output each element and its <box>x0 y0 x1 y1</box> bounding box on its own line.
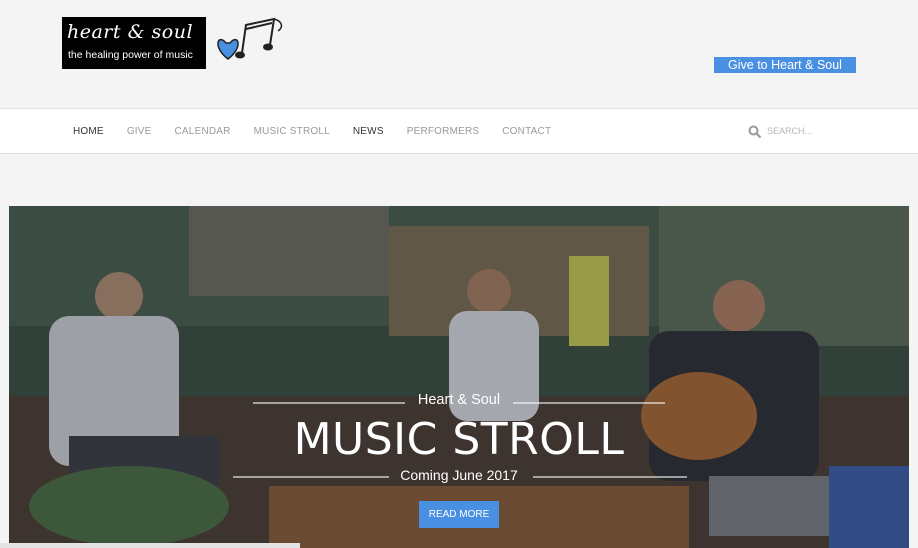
bottom-strip <box>0 543 300 548</box>
site-logo[interactable]: heart & soul the healing power of music <box>62 17 206 69</box>
nav-list: HOME GIVE CALENDAR MUSIC STROLL NEWS PER… <box>73 109 574 153</box>
nav-item-performers[interactable]: PERFORMERS <box>407 126 480 137</box>
nav-item-news[interactable]: NEWS <box>353 126 384 137</box>
main-nav: HOME GIVE CALENDAR MUSIC STROLL NEWS PER… <box>0 108 918 154</box>
search-box <box>748 122 868 140</box>
hero-title: MUSIC STROLL <box>293 414 625 465</box>
logo-title: heart & soul <box>67 21 194 43</box>
hero-caption: Heart & Soul MUSIC STROLL Coming June 20… <box>9 206 909 548</box>
hero-slider: Heart & Soul MUSIC STROLL Coming June 20… <box>9 206 909 548</box>
site-header: heart & soul the healing power of music … <box>0 0 918 108</box>
nav-item-home[interactable]: HOME <box>73 126 104 137</box>
heart-music-note-icon <box>217 17 283 60</box>
give-button[interactable]: Give to Heart & Soul <box>714 57 856 73</box>
hero-kicker: Heart & Soul <box>417 392 501 408</box>
read-more-button[interactable]: READ MORE <box>419 501 499 528</box>
nav-item-calendar[interactable]: CALENDAR <box>175 126 231 137</box>
search-input[interactable] <box>767 122 867 140</box>
hero-subtitle: Coming June 2017 <box>400 467 518 483</box>
search-icon[interactable] <box>748 125 762 139</box>
logo-tagline: the healing power of music <box>68 49 193 61</box>
nav-item-contact[interactable]: CONTACT <box>502 126 551 137</box>
nav-item-give[interactable]: GIVE <box>127 126 152 137</box>
nav-item-music-stroll[interactable]: MUSIC STROLL <box>254 126 330 137</box>
